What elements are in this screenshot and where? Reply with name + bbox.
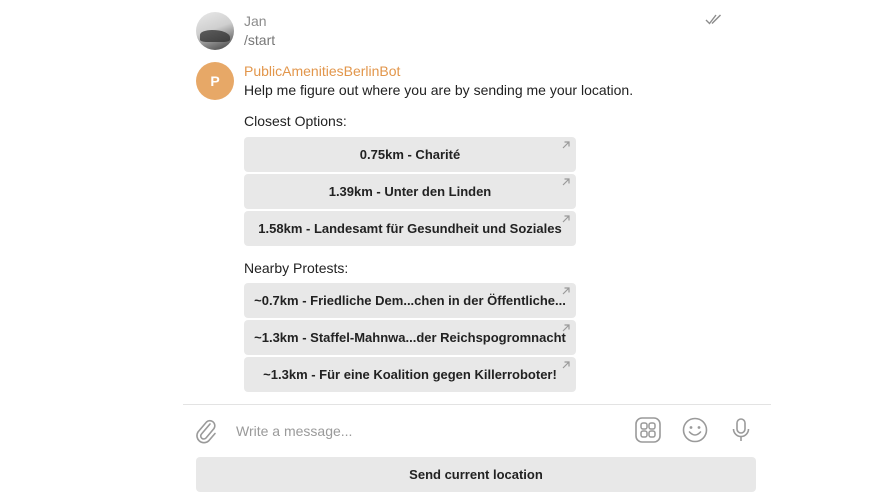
message-sender: Jan xyxy=(244,13,267,29)
external-arrow-icon xyxy=(562,215,570,223)
button-label: 0.75km - Charité xyxy=(359,147,461,162)
external-arrow-icon xyxy=(562,361,570,369)
message-sender[interactable]: PublicAmenitiesBerlinBot xyxy=(244,62,633,81)
message-input[interactable] xyxy=(236,420,616,442)
paperclip-icon[interactable] xyxy=(194,417,218,445)
closest-option-button[interactable]: 1.58km - Landesamt für Gesundheit und So… xyxy=(244,211,576,246)
button-label: ~1.3km - Staffel-Mahnwa...der Reichspogr… xyxy=(254,330,566,345)
protest-button[interactable]: ~0.7km - Friedliche Dem...chen in der Öf… xyxy=(244,283,576,318)
user-avatar[interactable] xyxy=(196,12,234,50)
button-label: ~1.3km - Für eine Koalition gegen Killer… xyxy=(263,367,557,382)
external-arrow-icon xyxy=(562,287,570,295)
bot-avatar[interactable]: P xyxy=(196,62,234,100)
send-location-button[interactable]: Send current location xyxy=(196,457,756,492)
message-bot: P PublicAmenitiesBerlinBot Help me figur… xyxy=(196,62,633,100)
composer-divider xyxy=(183,404,771,405)
closest-option-button[interactable]: 1.39km - Unter den Linden xyxy=(244,174,576,209)
bot-commands-icon[interactable] xyxy=(634,416,662,444)
message-user: Jan /start xyxy=(196,12,275,50)
read-receipt-icon xyxy=(705,14,721,25)
chat-window: Jan /start P PublicAmenitiesBerlinBot He… xyxy=(0,0,881,500)
nearby-protests-label: Nearby Protests: xyxy=(244,260,349,276)
closest-option-button[interactable]: 0.75km - Charité xyxy=(244,137,576,172)
external-arrow-icon xyxy=(562,141,570,149)
message-text: Help me figure out where you are by send… xyxy=(244,82,634,98)
button-label: 1.58km - Landesamt für Gesundheit und So… xyxy=(258,221,562,236)
button-label: 1.39km - Unter den Linden xyxy=(328,184,492,199)
protest-button[interactable]: ~1.3km - Staffel-Mahnwa...der Reichspogr… xyxy=(244,320,576,355)
external-arrow-icon xyxy=(562,324,570,332)
closest-options-label: Closest Options: xyxy=(244,113,347,129)
message-text: /start xyxy=(244,32,276,48)
protest-button[interactable]: ~1.3km - Für eine Koalition gegen Killer… xyxy=(244,357,576,392)
button-label: ~0.7km - Friedliche Dem...chen in der Öf… xyxy=(254,293,566,308)
emoji-icon[interactable] xyxy=(681,416,709,444)
external-arrow-icon xyxy=(562,178,570,186)
microphone-icon[interactable] xyxy=(727,416,755,444)
